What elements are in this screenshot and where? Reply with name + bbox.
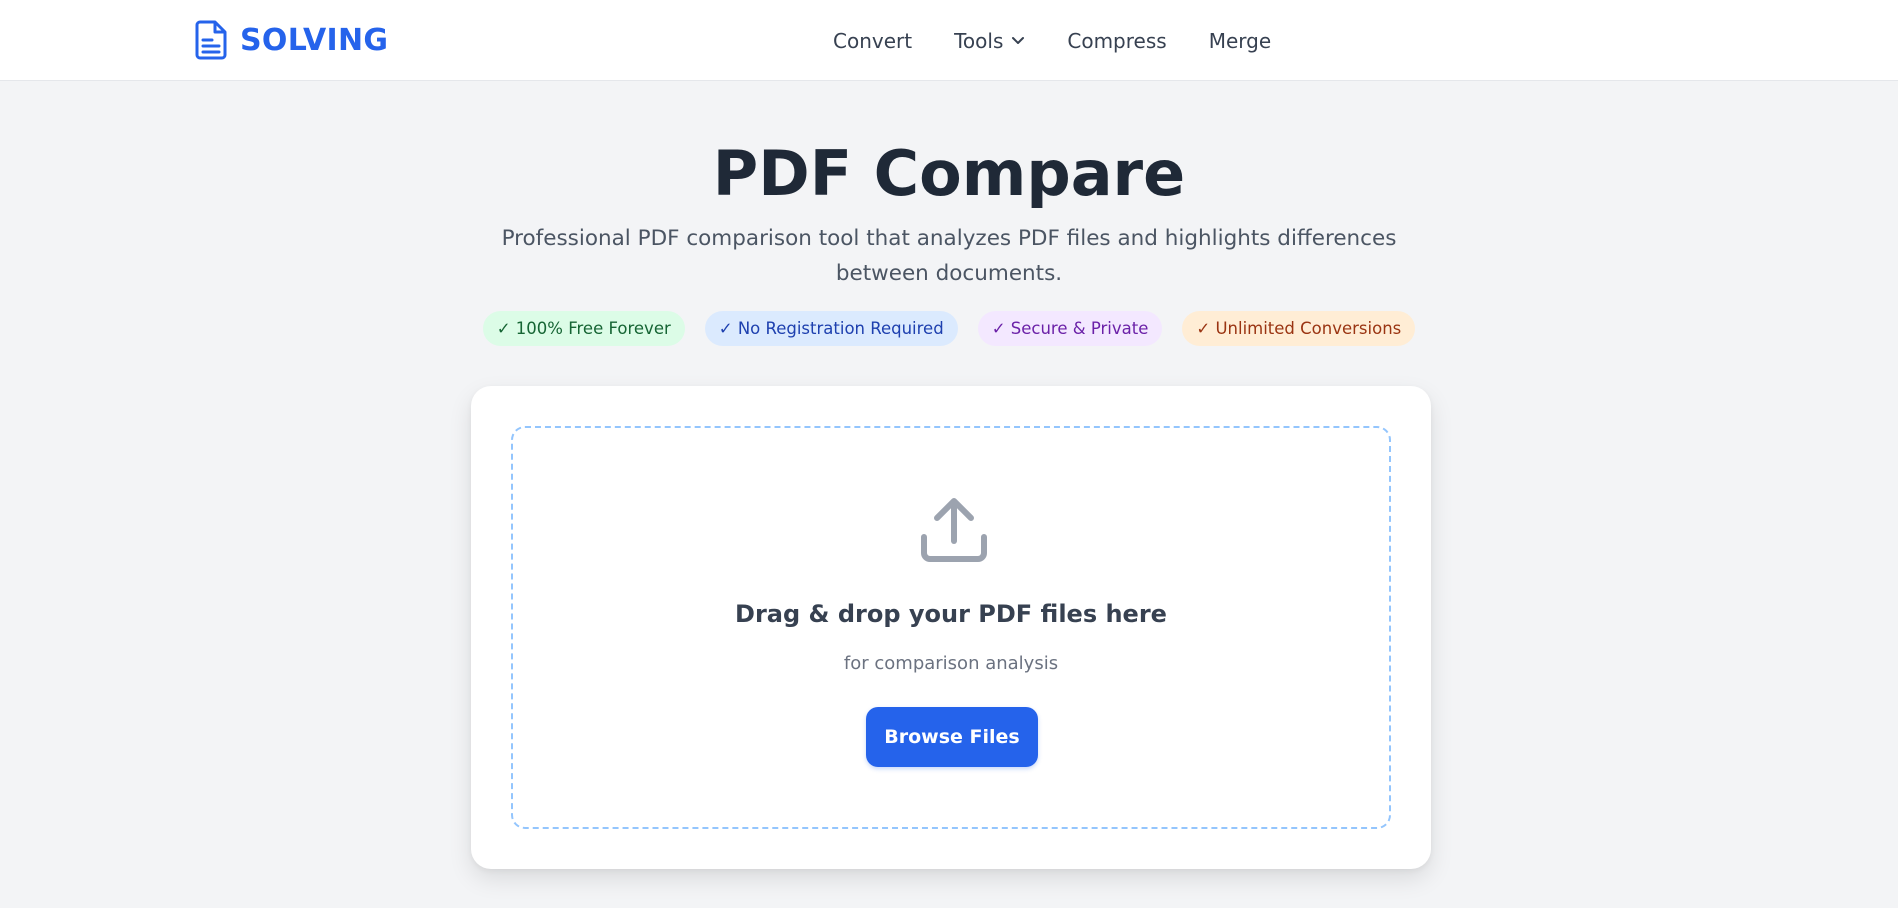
nav-item-label: Merge — [1208, 29, 1272, 53]
badge-secure: ✓ Secure & Private — [977, 311, 1163, 346]
upload-card: Drag & drop your PDF files here for comp… — [471, 386, 1431, 869]
nav-item-merge[interactable]: Merge — [1209, 29, 1271, 53]
dropzone-subtitle: for comparison analysis — [843, 653, 1059, 674]
page-subtitle: Professional PDF comparison tool that an… — [501, 226, 1397, 286]
nav-item-label: Tools — [954, 29, 1004, 53]
nav-item-label: Convert — [833, 29, 913, 53]
chevron-down-icon — [1012, 37, 1025, 44]
badge-unlimited: ✓ Unlimited Conversions — [1182, 311, 1416, 346]
nav-item-label: Compress — [1067, 29, 1167, 53]
page-title: PDF Compare — [712, 137, 1186, 210]
nav-item-compress[interactable]: Compress — [1067, 29, 1166, 53]
badge-free: ✓ 100% Free Forever — [482, 311, 685, 346]
brand-logo[interactable]: SOLVING — [194, 20, 388, 60]
site-header: SOLVING Convert Tools Compress Merge — [0, 0, 1898, 81]
badge-no-registration: ✓ No Registration Required — [704, 311, 958, 346]
nav-item-tools[interactable]: Tools — [954, 29, 1025, 53]
document-icon — [195, 20, 227, 60]
nav-item-convert[interactable]: Convert — [833, 29, 912, 53]
browse-files-button[interactable]: Browse Files — [866, 707, 1038, 767]
upload-icon — [921, 498, 987, 562]
brand-name: SOLVING — [240, 22, 389, 58]
main-nav: Convert Tools Compress Merge — [833, 24, 1271, 58]
feature-badges: ✓ 100% Free Forever ✓ No Registration Re… — [0, 311, 1898, 346]
file-dropzone[interactable]: Drag & drop your PDF files here for comp… — [511, 426, 1391, 829]
dropzone-title: Drag & drop your PDF files here — [735, 600, 1167, 628]
